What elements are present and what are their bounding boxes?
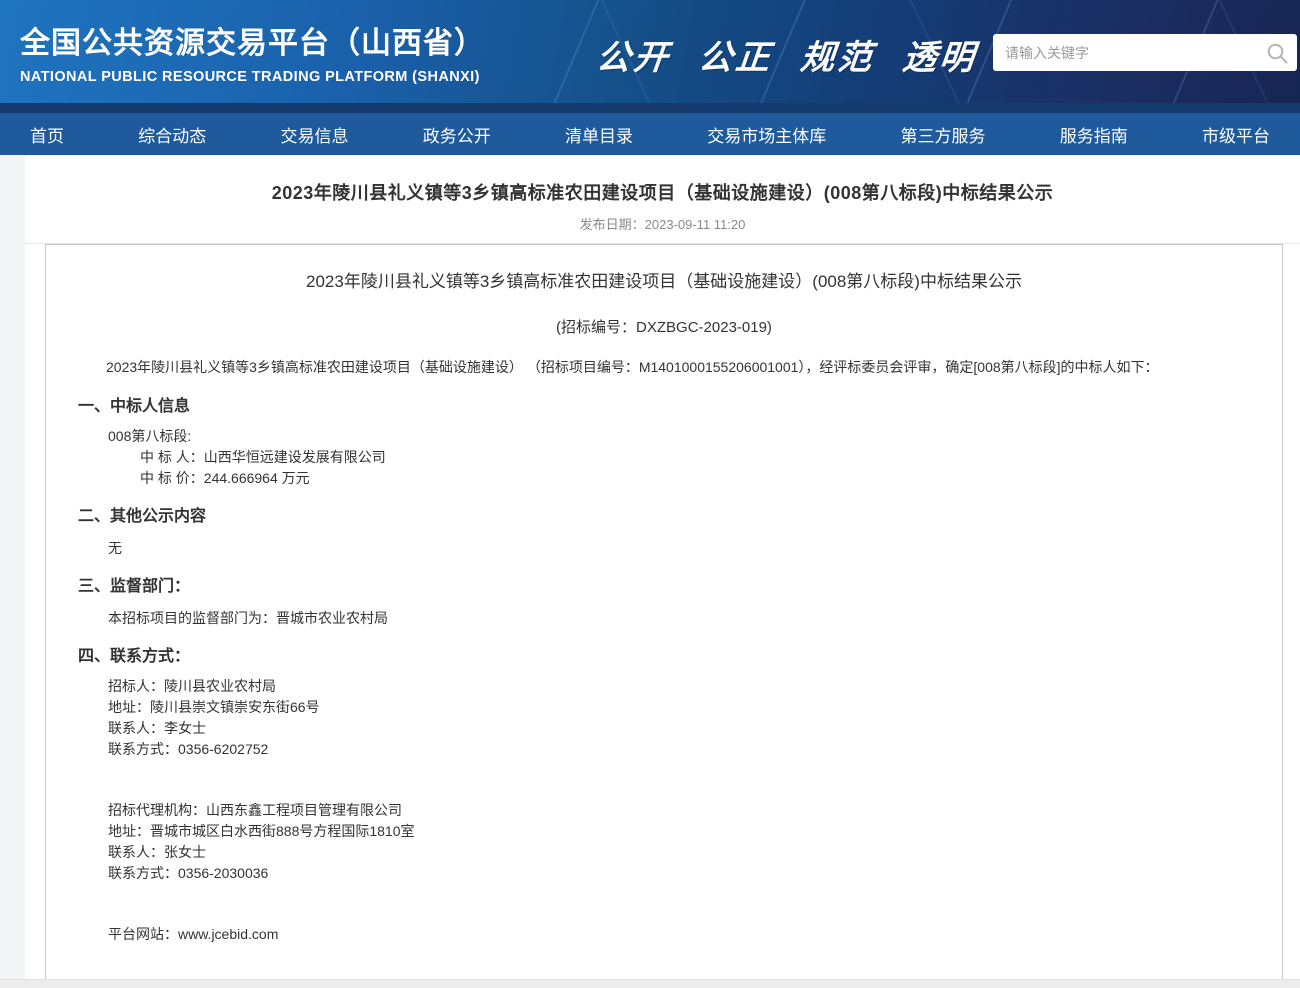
section1-heading: 一、中标人信息	[78, 392, 1250, 416]
tenderee-address: 地址：陵川县崇文镇崇安东街66号	[78, 697, 1250, 718]
slogan-word-fair: 公正	[696, 30, 775, 79]
announcement-document: 2023年陵川县礼义镇等3乡镇高标准农田建设项目（基础设施建设）(008第八标段…	[45, 244, 1283, 988]
lot-line: 008第八标段:	[78, 426, 1250, 447]
bid-code-line: (招标编号：DXZBGC-2023-019)	[78, 316, 1250, 337]
winner-line: 中 标 人：山西华恒远建设发展有限公司	[78, 447, 1250, 468]
platform-website: 平台网站：www.jcebid.com	[78, 924, 1250, 945]
main-content: 2023年陵川县礼义镇等3乡镇高标准农田建设项目（基础设施建设）(008第八标段…	[25, 155, 1300, 988]
intro-paragraph: 2023年陵川县礼义镇等3乡镇高标准农田建设项目（基础设施建设） （招标项目编号…	[78, 357, 1250, 379]
search-box	[993, 34, 1297, 71]
document-title: 2023年陵川县礼义镇等3乡镇高标准农田建设项目（基础设施建设）(008第八标段…	[78, 267, 1250, 292]
section4-heading: 四、联系方式：	[78, 642, 1250, 666]
site-title: 全国公共资源交易平台（山西省）	[20, 18, 485, 62]
nav-item-comprehensive-news[interactable]: 综合动态	[138, 122, 206, 147]
search-input[interactable]	[993, 34, 1265, 71]
page-title: 2023年陵川县礼义镇等3乡镇高标准农田建设项目（基础设施建设）(008第八标段…	[25, 179, 1300, 205]
slogan-word-transparent: 透明	[900, 30, 979, 79]
search-icon[interactable]	[1265, 41, 1289, 65]
main-navigation: 首页 综合动态 交易信息 政务公开 清单目录 交易市场主体库 第三方服务 服务指…	[0, 113, 1300, 155]
section3-content: 本招标项目的监督部门为：晋城市农业农村局	[78, 608, 1250, 629]
nav-top-stripe	[0, 103, 1300, 113]
tenderee-contact: 联系人：李女士	[78, 718, 1250, 739]
site-subtitle: NATIONAL PUBLIC RESOURCE TRADING PLATFOR…	[20, 69, 485, 85]
slogan-word-standard: 规范	[798, 30, 877, 79]
agency-contact: 联系人：张女士	[78, 842, 1250, 863]
site-logo[interactable]: 全国公共资源交易平台（山西省） NATIONAL PUBLIC RESOURCE…	[20, 18, 485, 85]
nav-item-trade-info[interactable]: 交易信息	[281, 122, 349, 147]
section2-heading: 二、其他公示内容	[78, 502, 1250, 526]
spacer	[78, 884, 1250, 924]
nav-item-market-entities[interactable]: 交易市场主体库	[707, 122, 826, 147]
agency-address: 地址：晋城市城区白水西街888号方程国际1810室	[78, 821, 1250, 842]
nav-item-home[interactable]: 首页	[30, 122, 64, 147]
price-line: 中 标 价：244.666964 万元	[78, 468, 1250, 489]
nav-item-gov-affairs[interactable]: 政务公开	[423, 122, 491, 147]
site-header: 全国公共资源交易平台（山西省） NATIONAL PUBLIC RESOURCE…	[0, 0, 1300, 103]
section2-content: 无	[78, 538, 1250, 559]
nav-item-service-guide[interactable]: 服务指南	[1060, 122, 1128, 147]
section3-heading: 三、监督部门：	[78, 572, 1250, 596]
tenderee-phone: 联系方式：0356-6202752	[78, 739, 1250, 760]
slogan-word-open: 公开	[594, 30, 673, 79]
spacer	[78, 760, 1250, 800]
nav-item-city-platform[interactable]: 市级平台	[1202, 122, 1270, 147]
tenderee-name: 招标人：陵川县农业农村局	[78, 676, 1250, 697]
slogan-calligraphy: 公开 公正 规范 透明	[594, 30, 979, 79]
nav-item-third-party-services[interactable]: 第三方服务	[901, 122, 986, 147]
agency-name: 招标代理机构：山西东鑫工程项目管理有限公司	[78, 800, 1250, 821]
footer-strip	[0, 979, 1300, 988]
publish-date: 发布日期：2023-09-11 11:20	[25, 214, 1300, 244]
agency-phone: 联系方式：0356-2030036	[78, 863, 1250, 884]
nav-item-list-catalog[interactable]: 清单目录	[565, 122, 633, 147]
